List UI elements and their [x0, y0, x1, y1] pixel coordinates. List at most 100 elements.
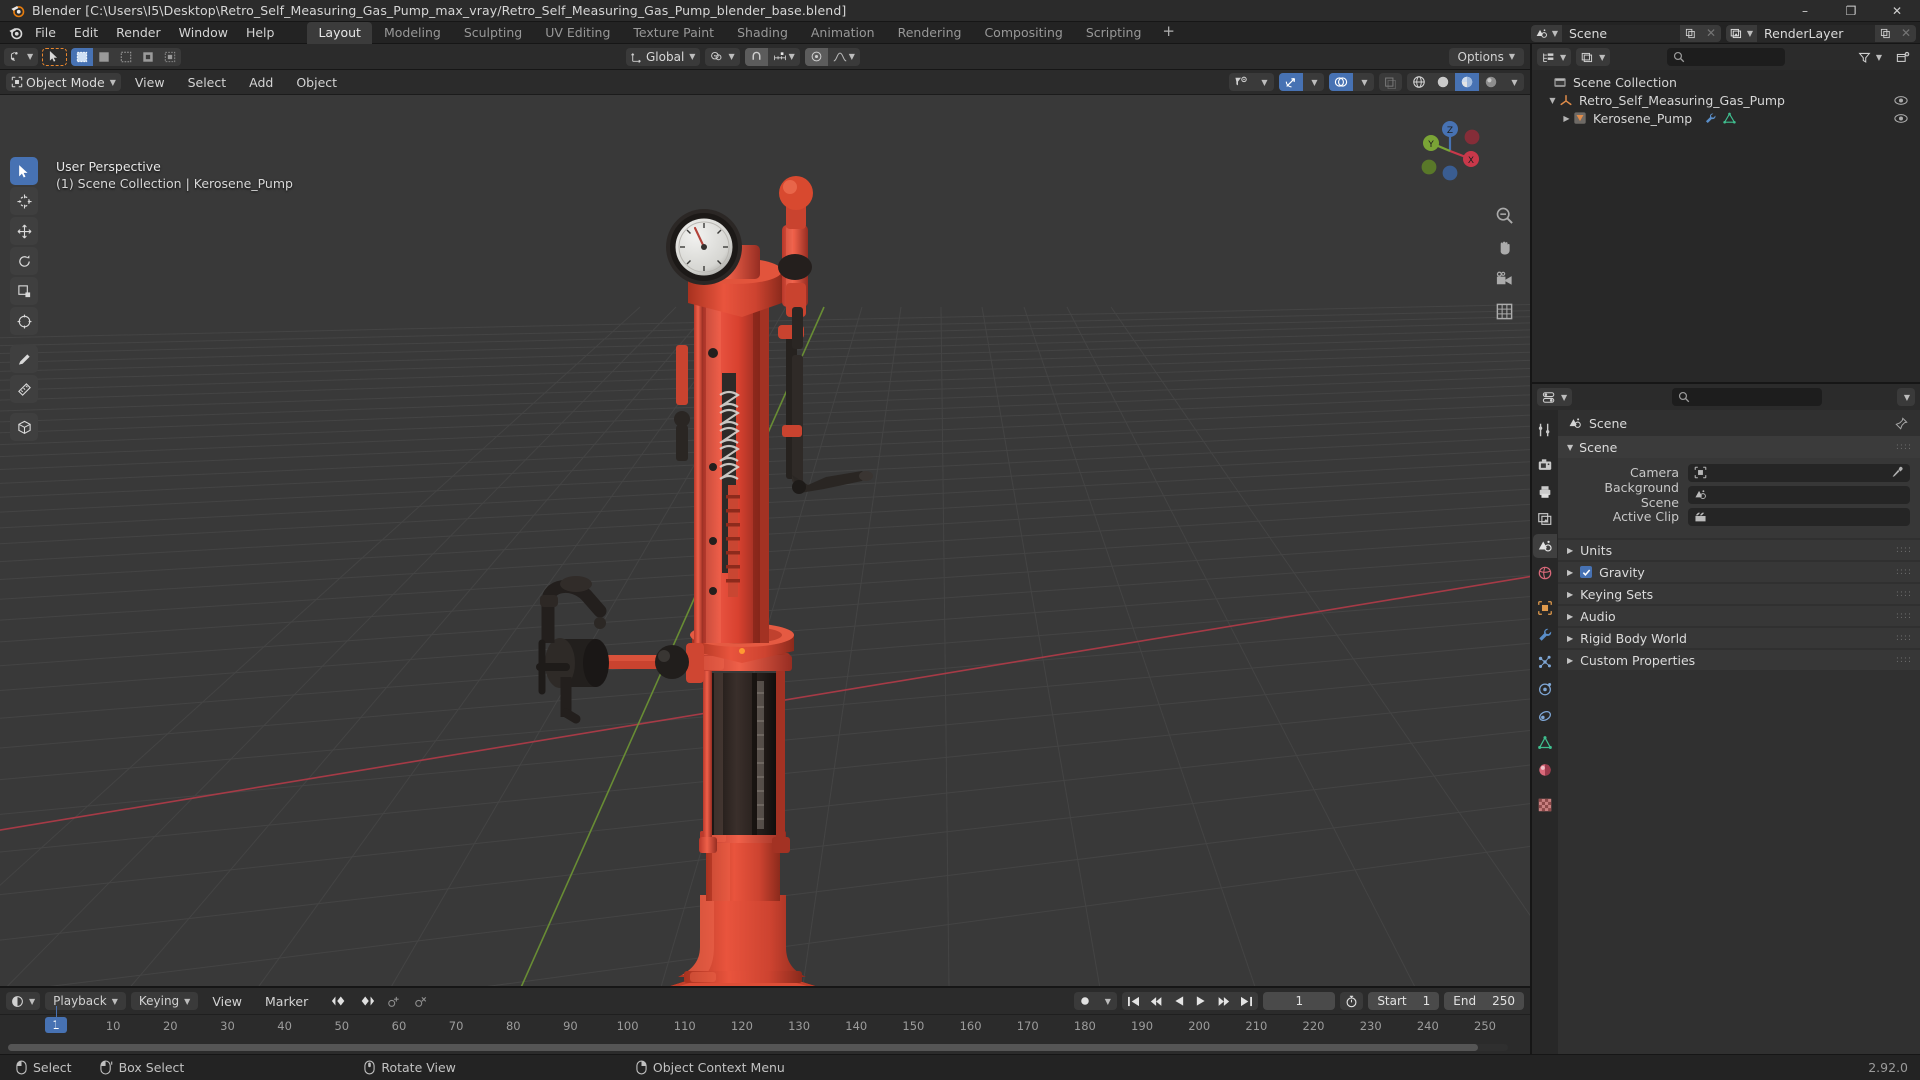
- outliner-row-retro-gas-pump[interactable]: ▼ Retro_Self_Measuring_Gas_Pump: [1532, 91, 1920, 109]
- blender-menu-logo-icon[interactable]: [4, 25, 26, 40]
- orthographic-toggle-icon[interactable]: [1492, 299, 1516, 323]
- properties-search-input[interactable]: [1671, 388, 1822, 406]
- navigation-gizmo[interactable]: Z X Y: [1414, 115, 1486, 187]
- panel-custom-properties[interactable]: ▶ Custom Properties ::::: [1558, 650, 1920, 670]
- select-new-icon[interactable]: [71, 47, 94, 66]
- disclosure-icon[interactable]: ▶: [1560, 114, 1573, 123]
- chevron-down-icon[interactable]: ▼: [1567, 443, 1573, 452]
- camera-view-icon[interactable]: [1492, 267, 1516, 291]
- timeline-menu-marker[interactable]: Marker: [256, 992, 317, 1011]
- properties-editor-type-selector[interactable]: ▼: [1537, 388, 1573, 406]
- object-mode-selector[interactable]: Object Mode ▼: [6, 73, 121, 91]
- tab-particles[interactable]: [1533, 650, 1557, 674]
- visibility-group[interactable]: ▼: [1229, 73, 1274, 91]
- new-scene-button[interactable]: [1680, 24, 1701, 42]
- outliner-search-input[interactable]: [1667, 48, 1786, 66]
- panel-gravity[interactable]: ▶ Gravity ::::: [1558, 562, 1920, 582]
- snap-magnet-icon[interactable]: [744, 47, 768, 66]
- proportional-edit-icon[interactable]: [804, 47, 828, 66]
- outliner-row-kerosene-pump[interactable]: ▶ Kerosene_Pump: [1532, 109, 1920, 127]
- properties-content[interactable]: Scene ▼ Scene :::: Camera Background Sce…: [1558, 410, 1920, 1054]
- transport-controls[interactable]: [1122, 992, 1259, 1010]
- maximize-button[interactable]: ❐: [1828, 0, 1874, 22]
- properties-options-dropdown[interactable]: ▼: [1896, 388, 1915, 406]
- outliner-row-scene-collection[interactable]: Scene Collection: [1532, 73, 1920, 91]
- viewport-menu-select[interactable]: Select: [179, 73, 236, 92]
- overlays-group[interactable]: ▼: [1329, 73, 1374, 91]
- chevron-right-icon[interactable]: ▶: [1567, 634, 1573, 643]
- tab-add-workspace[interactable]: +: [1153, 23, 1184, 42]
- viewport-canvas[interactable]: User Perspective (1) Scene Collection | …: [0, 95, 1530, 986]
- gizmo-group[interactable]: ▼: [1279, 73, 1324, 91]
- menu-window[interactable]: Window: [170, 23, 237, 43]
- select-extend-icon[interactable]: [93, 48, 115, 66]
- snapping-group[interactable]: ▼: [744, 47, 800, 66]
- view-layer-icon[interactable]: ▼: [1726, 24, 1757, 42]
- tool-tweak-select[interactable]: [10, 157, 38, 185]
- auto-keying-dropdown[interactable]: ▼: [1096, 992, 1117, 1010]
- 3d-viewport[interactable]: ▼ Global ▼ ▼ ▼ ▼ Options ▼ Object Mode ▼…: [0, 44, 1530, 986]
- falloff-curve-selector[interactable]: ▼: [828, 48, 860, 66]
- tab-world[interactable]: [1533, 561, 1557, 585]
- gizmo-toggle-icon[interactable]: [1279, 73, 1303, 91]
- timeline-editor[interactable]: ▼ Playback ▼ Keying ▼ View Marker ▼ 1 St…: [0, 986, 1530, 1054]
- tab-scene[interactable]: [1533, 534, 1557, 558]
- visibility-dropdown[interactable]: ▼: [1253, 73, 1274, 91]
- chevron-right-icon[interactable]: ▶: [1567, 590, 1573, 599]
- tool-annotate[interactable]: [10, 345, 38, 373]
- timeline-menu-keying[interactable]: Keying ▼: [130, 992, 199, 1010]
- proportional-editing-group[interactable]: ▼: [804, 47, 860, 66]
- viewlayer-name[interactable]: RenderLayer: [1757, 24, 1875, 42]
- scene-selector[interactable]: ▼ Scene ✕: [1531, 24, 1721, 42]
- tab-constraints[interactable]: [1533, 704, 1557, 728]
- unlink-scene-button[interactable]: ✕: [1701, 24, 1721, 42]
- select-intersect-icon[interactable]: [159, 48, 181, 66]
- play-reverse-icon[interactable]: [1169, 992, 1190, 1010]
- next-keyframe-icon[interactable]: [1211, 992, 1235, 1010]
- snap-pivot-selector[interactable]: ▼: [705, 47, 740, 66]
- menu-help[interactable]: Help: [237, 23, 284, 43]
- panel-keying-sets[interactable]: ▶ Keying Sets ::::: [1558, 584, 1920, 604]
- tab-texture[interactable]: [1533, 793, 1557, 817]
- properties-editor[interactable]: ▼ ▼ Scene ▼ Scene:::: Camera Background…: [1532, 384, 1920, 1054]
- mesh-data-icon[interactable]: [1723, 112, 1736, 125]
- gizmo-dropdown[interactable]: ▼: [1303, 73, 1324, 91]
- tab-scripting[interactable]: Scripting: [1075, 22, 1153, 44]
- timeline-scrollbar-thumb[interactable]: [8, 1044, 1478, 1051]
- background-scene-field[interactable]: [1688, 485, 1910, 504]
- select-subtract-icon[interactable]: [115, 48, 137, 66]
- jump-to-end-icon[interactable]: [1235, 992, 1258, 1010]
- outliner-display-mode-selector[interactable]: ▼: [1576, 48, 1611, 66]
- transform-orientation-selector[interactable]: Global ▼: [626, 47, 701, 66]
- outliner-editor-type-selector[interactable]: ▼: [1537, 48, 1572, 66]
- tool-measure[interactable]: [10, 375, 38, 403]
- tool-transform[interactable]: [10, 307, 38, 335]
- xray-icon[interactable]: [1379, 73, 1402, 91]
- solid-shading-icon[interactable]: [1431, 73, 1455, 91]
- frame-range-fields[interactable]: Start 1: [1368, 992, 1440, 1010]
- timeline-editor-type-selector[interactable]: ▼: [6, 992, 41, 1010]
- play-icon[interactable]: [1190, 992, 1211, 1010]
- jump-prev-keyframe-icon[interactable]: [326, 992, 352, 1010]
- menu-render[interactable]: Render: [107, 23, 170, 43]
- record-icon[interactable]: [1074, 992, 1096, 1010]
- new-viewlayer-button[interactable]: [1875, 24, 1896, 42]
- tab-modifiers[interactable]: [1533, 623, 1557, 647]
- tab-object[interactable]: [1533, 596, 1557, 620]
- scene-icon[interactable]: ▼: [1531, 24, 1562, 42]
- tab-render[interactable]: [1533, 453, 1557, 477]
- outliner-editor[interactable]: ▼ ▼ ▼ Scene Collection ▼ Retro_Self_Meas…: [1532, 44, 1920, 384]
- tab-material[interactable]: [1533, 758, 1557, 782]
- disclosure-icon[interactable]: ▼: [1546, 96, 1559, 105]
- select-mode-group[interactable]: [71, 47, 182, 66]
- viewport-options-dropdown[interactable]: Options ▼: [1448, 47, 1524, 66]
- editor-type-selector[interactable]: ▼: [4, 47, 39, 66]
- timeline-scrollbar-track[interactable]: [8, 1044, 1508, 1051]
- menu-edit[interactable]: Edit: [65, 23, 107, 43]
- tab-modeling[interactable]: Modeling: [373, 22, 452, 44]
- prev-keyframe-icon[interactable]: [1145, 992, 1169, 1010]
- panel-audio[interactable]: ▶ Audio ::::: [1558, 606, 1920, 626]
- panel-rigid-body-world[interactable]: ▶ Rigid Body World ::::: [1558, 628, 1920, 648]
- tab-layout[interactable]: Layout: [307, 21, 372, 44]
- visibility-eye-icon[interactable]: [1894, 95, 1908, 106]
